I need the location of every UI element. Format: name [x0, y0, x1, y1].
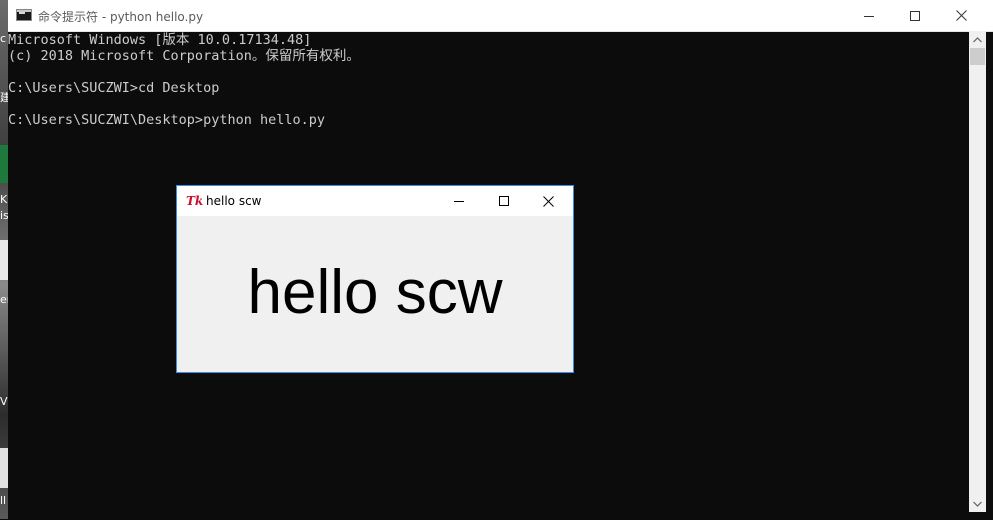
tk-window[interactable]: Tk hello scw hello scw — [176, 185, 574, 373]
maximize-icon — [498, 196, 509, 206]
desktop-fragment: er — [0, 294, 8, 306]
tk-titlebar[interactable]: Tk hello scw — [177, 186, 573, 216]
desktop-fragment: ll — [0, 495, 7, 507]
desktop-fragment: is — [0, 210, 8, 222]
cmd-maximize-button[interactable] — [892, 0, 938, 31]
tk-close-button[interactable] — [526, 186, 571, 216]
console-line: Microsoft Windows [版本 10.0.17134.48] — [8, 32, 312, 48]
desktop-fragment: K — [0, 194, 8, 206]
tk-window-title: hello scw — [206, 194, 262, 208]
console-line: C:\Users\SUCZWI\Desktop>python hello.py — [8, 112, 325, 128]
desktop-file-icon[interactable] — [0, 240, 8, 280]
desktop-green-icon[interactable] — [0, 145, 8, 183]
tk-minimize-button[interactable] — [436, 186, 481, 216]
console-line: (c) 2018 Microsoft Corporation。保留所有权利。 — [8, 48, 360, 64]
maximize-icon — [910, 10, 920, 21]
close-icon — [543, 195, 554, 207]
tk-content: hello scw — [177, 216, 573, 372]
chevron-down-icon — [973, 501, 982, 507]
minimize-icon — [864, 15, 874, 17]
scroll-down-arrow[interactable] — [969, 495, 986, 512]
minimize-icon — [453, 201, 464, 202]
cmd-titlebar[interactable]: 命令提示符 - python hello.py — [8, 0, 993, 32]
desktop-fragment: 建 — [0, 92, 8, 104]
scroll-thumb[interactable] — [970, 48, 985, 65]
desktop-fragment: c — [0, 33, 7, 45]
tk-feather-icon[interactable]: Tk — [186, 194, 203, 208]
cmd-window-title: 命令提示符 - python hello.py — [38, 10, 204, 24]
cmd-icon[interactable] — [16, 9, 32, 21]
chevron-up-icon — [973, 36, 982, 42]
console-line: C:\Users\SUCZWI>cd Desktop — [8, 80, 220, 96]
close-icon — [955, 10, 967, 21]
desktop-fragment: V — [0, 396, 8, 408]
cmd-close-button[interactable] — [938, 0, 984, 31]
hello-label: hello scw — [247, 257, 503, 327]
cmd-minimize-button[interactable] — [846, 0, 892, 31]
desktop-background: c 建 K is er V ll — [0, 0, 8, 519]
vertical-scrollbar[interactable] — [969, 31, 986, 512]
desktop-file-icon[interactable] — [0, 448, 8, 488]
scroll-up-arrow[interactable] — [969, 31, 986, 48]
tk-maximize-button[interactable] — [481, 186, 526, 216]
